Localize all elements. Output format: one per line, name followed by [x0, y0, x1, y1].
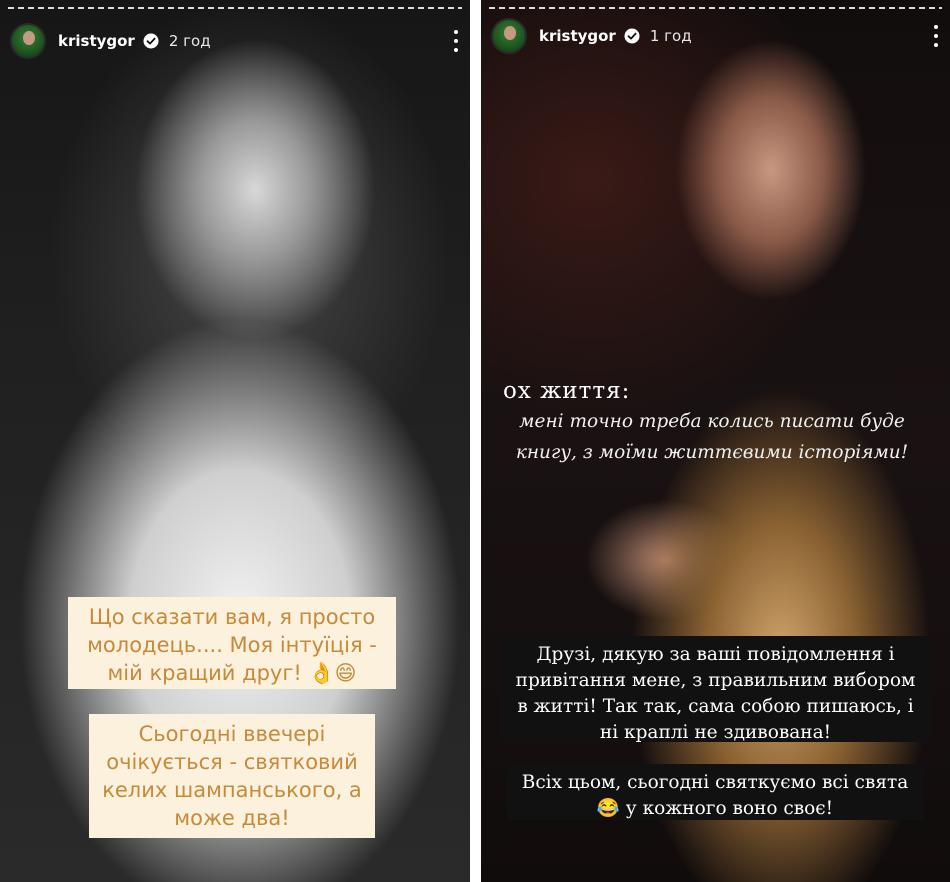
caption-box: Друзі, дякую за ваші повідомлення і прив… — [500, 636, 931, 743]
story-header: kristygor 2 год — [10, 20, 460, 62]
more-options-icon[interactable] — [452, 30, 460, 52]
story-left[interactable]: kristygor 2 год Що сказати вам, я просто… — [0, 0, 470, 882]
story-progress-bar — [489, 7, 942, 9]
avatar[interactable] — [10, 23, 46, 59]
verified-badge-icon — [143, 33, 159, 49]
story-header: kristygor 1 год — [491, 15, 940, 57]
avatar[interactable] — [491, 18, 527, 54]
story-subtext-line: книгу, з моїми життєвими історіями! — [515, 442, 909, 463]
caption-box: Сьогодні ввечері очікується - святковий … — [89, 714, 375, 838]
username[interactable]: kristygor — [539, 27, 616, 45]
story-heading: ох життя: — [503, 378, 631, 404]
story-progress-bar — [8, 7, 462, 9]
post-time: 1 год — [649, 27, 692, 45]
caption-box: Всіх цьом, сьогодні святкуємо всі свята … — [507, 764, 923, 820]
caption-box: Що сказати вам, я просто молодець.... Мо… — [68, 597, 396, 689]
post-time: 2 год — [168, 32, 211, 50]
verified-badge-icon — [624, 28, 640, 44]
story-subtext: мені точно треба колись писати буде книг… — [492, 406, 932, 468]
story-subtext-line: мені точно треба колись писати буде — [519, 411, 905, 432]
more-options-icon[interactable] — [932, 25, 940, 47]
username[interactable]: kristygor — [58, 32, 135, 50]
